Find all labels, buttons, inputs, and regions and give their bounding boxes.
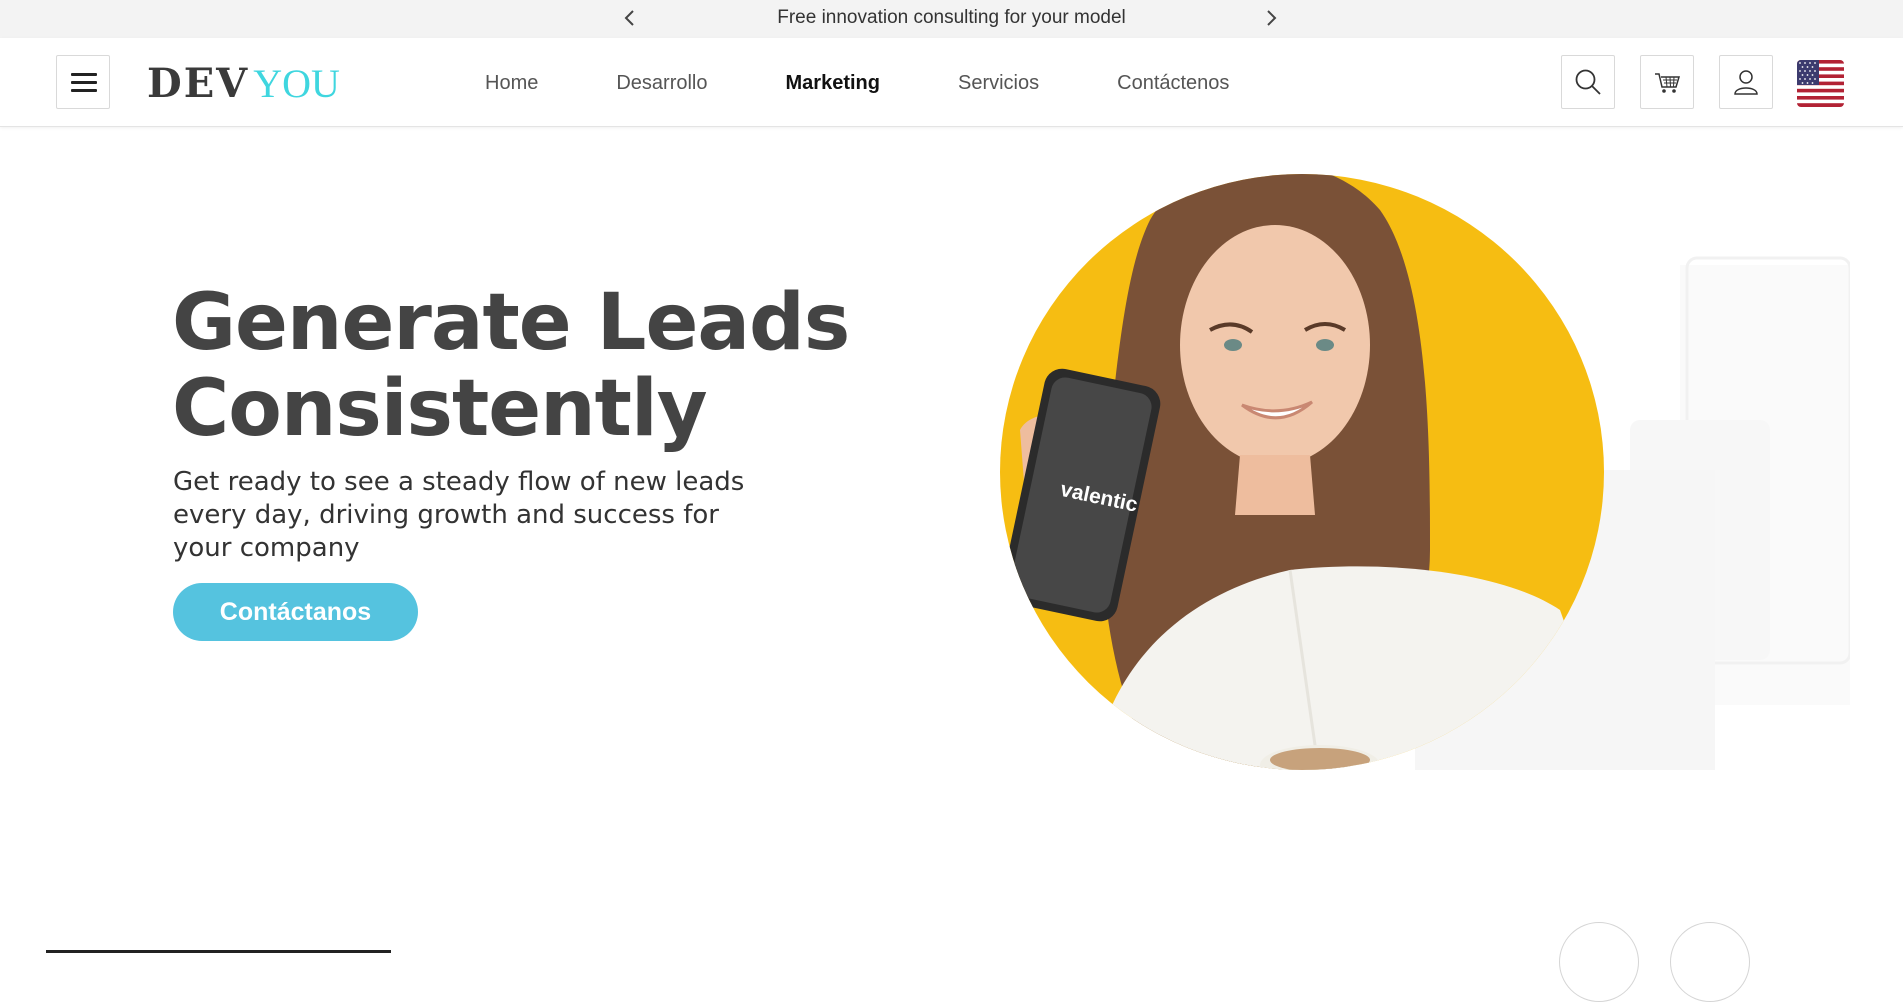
logo-part-you: YOU	[253, 61, 340, 106]
slider-next-button[interactable]	[1670, 922, 1750, 1002]
hero-image: valentic	[1000, 174, 1850, 770]
contact-cta-button[interactable]: Contáctanos	[173, 583, 418, 641]
hero-subtitle: Get ready to see a steady flow of new le…	[173, 467, 745, 563]
account-button[interactable]	[1719, 55, 1773, 109]
nav-contactenos[interactable]: Contáctenos	[1117, 71, 1229, 95]
main-nav: Home Desarrollo Marketing Servicios Cont…	[485, 71, 1307, 95]
cart-button[interactable]	[1640, 55, 1694, 109]
search-icon	[1575, 69, 1601, 95]
logo-part-dev: DEV	[147, 60, 250, 107]
hero-title-line1: Generate Leads	[172, 278, 850, 368]
hamburger-icon	[71, 73, 97, 76]
nav-marketing[interactable]: Marketing	[786, 71, 880, 95]
nav-desarrollo[interactable]: Desarrollo	[616, 71, 707, 95]
site-logo[interactable]: DEV YOU	[147, 62, 340, 106]
search-button[interactable]	[1561, 55, 1615, 109]
hero-title-line2: Consistently	[172, 364, 708, 454]
chevron-right-icon[interactable]	[1257, 4, 1285, 32]
nav-home[interactable]: Home	[485, 71, 538, 95]
slider-prev-button[interactable]	[1559, 922, 1639, 1002]
menu-button[interactable]	[56, 55, 110, 109]
hero-title: Generate Leads Consistently	[172, 278, 850, 454]
site-header: DEV YOU Home Desarrollo Marketing Servici…	[0, 38, 1903, 127]
announcement-text: Free innovation consulting for your mode…	[777, 7, 1126, 28]
nav-servicios[interactable]: Servicios	[958, 71, 1039, 95]
user-icon	[1734, 70, 1758, 95]
us-flag-icon[interactable]	[1797, 60, 1844, 107]
cart-icon	[1655, 73, 1681, 93]
announcement-bar: Free innovation consulting for your mode…	[0, 0, 1903, 38]
